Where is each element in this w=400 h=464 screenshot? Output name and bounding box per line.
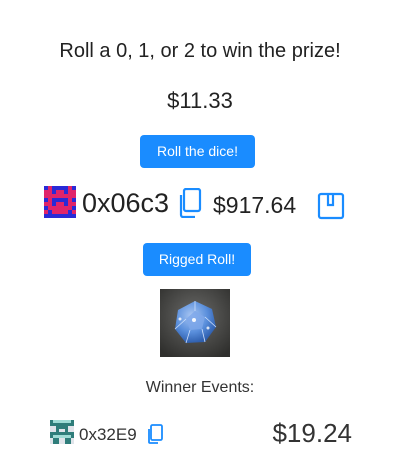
player-row: 0x06c3 $917.64: [44, 186, 364, 222]
winner-amount: $19.24: [272, 418, 352, 448]
player-balance: $917.64: [213, 192, 297, 218]
player-address: 0x06c3: [82, 188, 170, 218]
roll-dice-button[interactable]: Roll the dice!: [140, 135, 255, 168]
copy-icon[interactable]: [178, 188, 202, 218]
headline: Roll a 0, 1, or 2 to win the prize!: [59, 40, 341, 62]
winner-address: 0x32E9: [79, 425, 137, 444]
winner-events-title: Winner Events:: [145, 379, 255, 396]
copy-icon[interactable]: [147, 424, 163, 444]
bookmark-icon[interactable]: [317, 192, 345, 220]
d12-dice-photo: [160, 289, 230, 357]
prize-amount: $11.33: [167, 88, 233, 113]
winner-event-row: 0x32E9 $19.24: [50, 418, 360, 454]
pixel-avatar-icon: [44, 186, 76, 218]
pixel-avatar-icon: [50, 420, 74, 444]
rigged-roll-button[interactable]: Rigged Roll!: [143, 243, 251, 276]
